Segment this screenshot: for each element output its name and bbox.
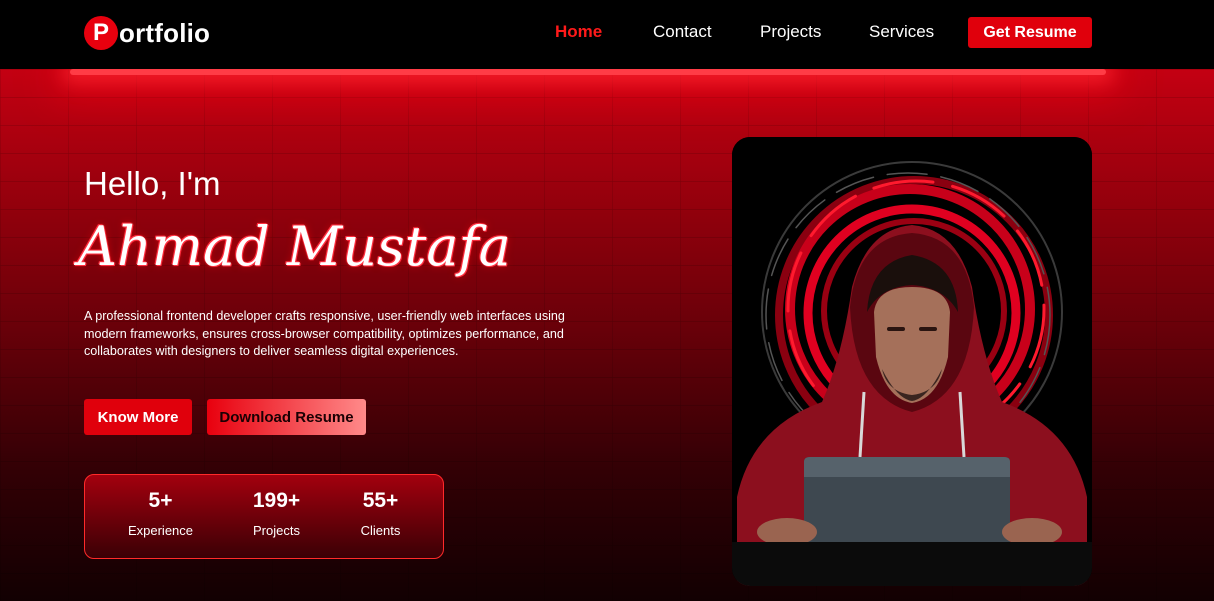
logo-badge: P <box>84 16 118 50</box>
stat-label: Clients <box>360 523 401 538</box>
stat-projects: 199+ Projects <box>239 489 314 538</box>
nav-link-projects[interactable]: Projects <box>760 22 821 42</box>
stat-label: Projects <box>253 523 300 538</box>
stat-clients: 55+ Clients <box>343 489 418 538</box>
hero-name: Ahmad Mustafa <box>78 215 511 278</box>
stat-experience: 5+ Experience <box>123 489 198 538</box>
hooded-developer-laptop-photo <box>732 137 1092 586</box>
logo[interactable]: P ortfolio <box>84 15 210 51</box>
stat-value: 199+ <box>252 489 301 512</box>
profile-photo <box>732 137 1092 586</box>
stat-label: Experience <box>127 523 194 538</box>
hero-description: A professional frontend developer crafts… <box>84 309 565 358</box>
stats-card: 5+ Experience 199+ Projects 55+ Clients <box>84 474 444 559</box>
stat-value: 55+ <box>362 489 399 512</box>
know-more-button[interactable]: Know More <box>84 399 192 435</box>
nav-link-home[interactable]: Home <box>555 22 602 42</box>
get-resume-button[interactable]: Get Resume <box>968 17 1092 48</box>
logo-text: ortfolio <box>119 17 211 48</box>
hero-section: Hello, I'm Ahmad Mustafa A professional … <box>0 69 1214 601</box>
neon-glow-bar <box>70 69 1106 75</box>
nav-link-services[interactable]: Services <box>869 22 934 42</box>
nav-link-contact[interactable]: Contact <box>653 22 712 42</box>
top-navbar: P ortfolio Home Contact Projects Service… <box>0 0 1214 69</box>
hero-greeting: Hello, I'm <box>84 165 221 202</box>
stat-value: 5+ <box>148 489 173 512</box>
download-resume-button[interactable]: Download Resume <box>207 399 366 435</box>
